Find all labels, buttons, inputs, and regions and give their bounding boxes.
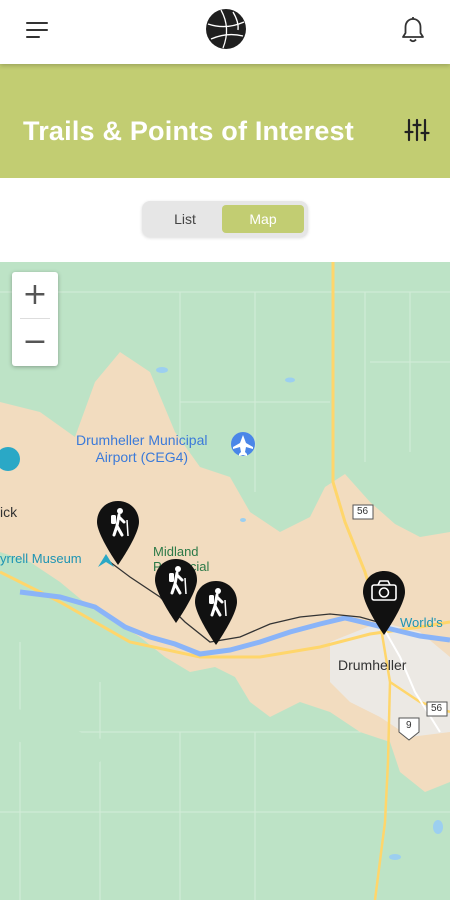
airport-label: Drumheller Municipal Airport (CEG4) [76,432,208,465]
list-view-tab[interactable]: List [146,205,224,233]
basketball-logo-icon[interactable] [205,8,247,50]
sliders-filter-icon[interactable] [403,116,431,144]
page-banner: Trails & Points of Interest [0,64,450,178]
drumheller-label: Drumheller [338,657,407,673]
town-label: ick [0,504,18,520]
worlds-label: World's [400,615,443,630]
view-toggle: List Map [142,201,308,237]
route-56-shield: 56 [431,703,443,714]
bell-icon[interactable] [400,16,426,44]
museum-label: yrrell Museum [0,551,82,566]
midland-label: Midland [153,544,199,559]
map-view-tab[interactable]: Map [222,205,304,233]
zoom-out-button[interactable]: − [12,319,58,365]
map-view[interactable]: Drumheller Municipal Airport (CEG4) Midl… [0,262,450,900]
hiking-trail-marker[interactable] [194,580,238,646]
hamburger-menu-icon[interactable] [26,22,50,40]
page-title: Trails & Points of Interest [23,116,354,146]
zoom-in-button[interactable]: + [12,272,58,318]
hiking-trail-marker[interactable] [96,500,140,566]
photo-spot-marker[interactable] [362,570,406,636]
top-app-bar [0,0,450,64]
hiking-trail-marker[interactable] [154,558,198,624]
zoom-controls: + − [12,272,58,366]
route-9-shield: 9 [406,720,412,731]
route-56-shield: 56 [357,506,369,517]
